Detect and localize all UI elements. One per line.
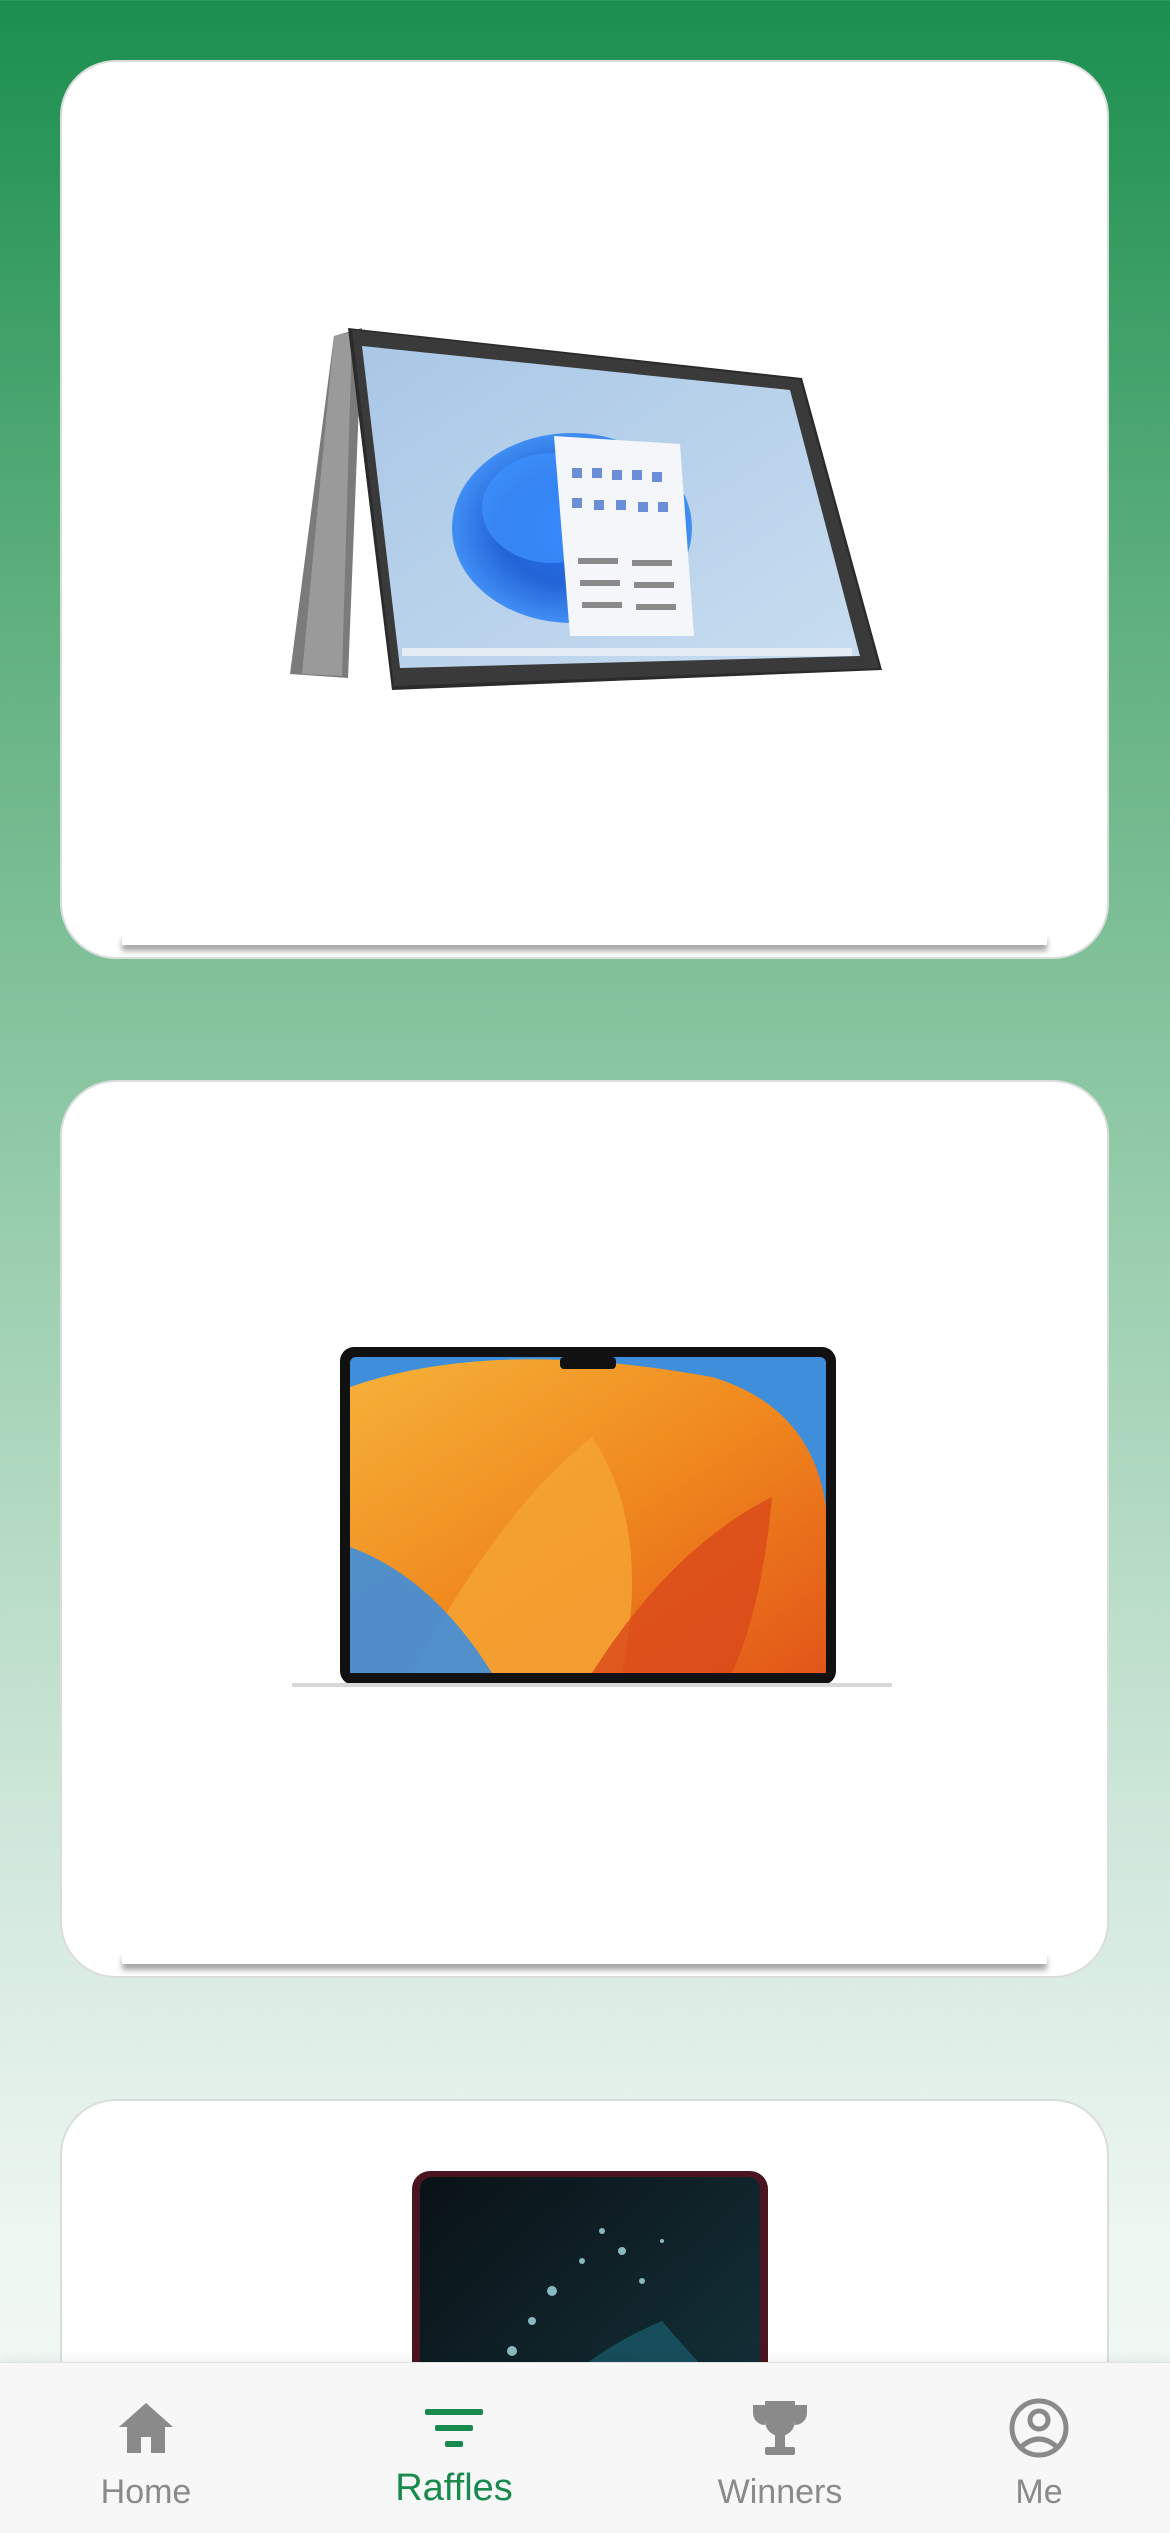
- tab-home[interactable]: Home: [0, 2363, 292, 2533]
- tab-label: Winners: [717, 2473, 843, 2511]
- trophy-icon: [753, 2401, 807, 2455]
- raffle-card[interactable]: [60, 1080, 1109, 1978]
- bottom-tab-bar: Home Raffles Winners Me: [0, 2362, 1170, 2533]
- card-divider: [122, 1952, 1047, 1964]
- laptop-image: [292, 1347, 892, 1687]
- tab-label: Raffles: [395, 2467, 513, 2509]
- filter-icon: [425, 2409, 483, 2447]
- account-icon: [1009, 2398, 1069, 2458]
- raffle-card[interactable]: [60, 2099, 1109, 2362]
- card-divider: [122, 933, 1047, 945]
- raffle-card[interactable]: [60, 60, 1109, 959]
- home-icon: [119, 2403, 173, 2453]
- tab-me[interactable]: Me: [893, 2363, 1170, 2533]
- convertible-laptop-image: [290, 328, 882, 690]
- tab-label: Me: [1015, 2473, 1063, 2511]
- raffle-feed[interactable]: [0, 0, 1170, 2362]
- tab-raffles[interactable]: Raffles: [308, 2363, 600, 2533]
- smartphone-image: [412, 2171, 768, 2362]
- tab-label: Home: [100, 2473, 192, 2511]
- tab-winners[interactable]: Winners: [634, 2363, 926, 2533]
